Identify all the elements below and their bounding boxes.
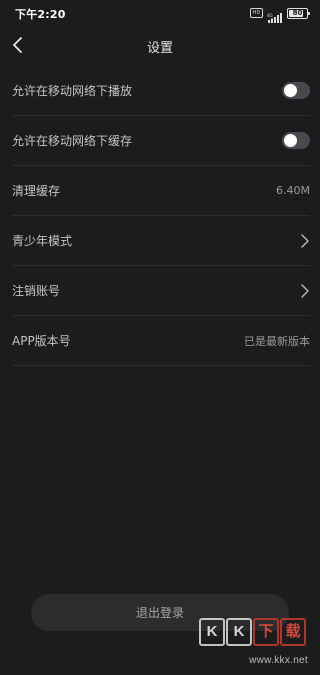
setting-row-clear-cache[interactable]: 清理缓存 6.40M <box>12 166 310 216</box>
setting-row-cache-on-mobile: 允许在移动网络下缓存 <box>12 116 310 166</box>
setting-label: APP版本号 <box>12 334 71 348</box>
app-version-value: 已是最新版本 <box>244 334 310 348</box>
chevron-right-icon <box>300 233 310 248</box>
play-on-mobile-toggle[interactable] <box>282 82 310 99</box>
cache-size-value: 6.40M <box>276 184 310 197</box>
hd-icon: HD <box>250 8 263 18</box>
status-bar: 下午2:20 HD 4G 80 <box>0 0 320 26</box>
battery-icon: 80 <box>287 7 310 19</box>
setting-label: 允许在移动网络下播放 <box>12 84 133 98</box>
status-time: 下午2:20 <box>15 8 66 21</box>
cache-on-mobile-toggle[interactable] <box>282 132 310 149</box>
signal-icon: 4G <box>267 8 283 23</box>
status-icons: HD 4G 80 <box>250 7 310 23</box>
setting-label: 注销账号 <box>12 284 61 298</box>
toggle-knob <box>284 134 297 147</box>
watermark-url: www.kkx.net <box>249 655 308 666</box>
chevron-right-icon <box>300 283 310 298</box>
logout-button[interactable]: 退出登录 <box>31 594 289 631</box>
setting-label: 青少年模式 <box>12 234 73 248</box>
setting-row-app-version[interactable]: APP版本号 已是最新版本 <box>12 316 310 366</box>
setting-row-delete-account[interactable]: 注销账号 <box>12 266 310 316</box>
setting-label: 清理缓存 <box>12 184 61 198</box>
battery-level-text: 80 <box>292 8 303 17</box>
page-title: 设置 <box>146 41 173 56</box>
setting-row-youth-mode[interactable]: 青少年模式 <box>12 216 310 266</box>
setting-label: 允许在移动网络下缓存 <box>12 134 133 148</box>
settings-list: 允许在移动网络下播放 允许在移动网络下缓存 清理缓存 6.40M 青少年模式 注… <box>12 66 310 366</box>
toggle-knob <box>284 84 297 97</box>
nav-bar: 设置 <box>0 28 320 62</box>
battery-tip <box>308 11 310 15</box>
setting-row-play-on-mobile: 允许在移动网络下播放 <box>12 66 310 116</box>
network-label: 4G <box>267 13 273 18</box>
